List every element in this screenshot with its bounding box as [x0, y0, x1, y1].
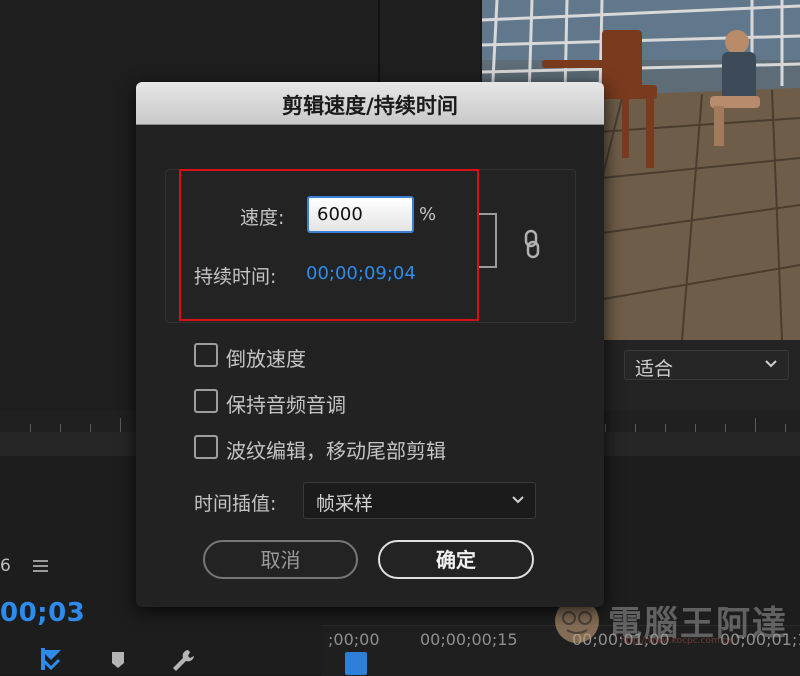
speed-unit: %: [419, 204, 437, 225]
timeline-label-0: ;00;00: [328, 630, 380, 649]
watermark-url: http://www.kocpc.com.tw: [620, 636, 734, 646]
wrench-icon[interactable]: [170, 648, 196, 674]
dialog-titlebar[interactable]: 剪辑速度/持续时间: [136, 82, 604, 125]
highlight-box: [179, 169, 479, 321]
link-bracket: [479, 213, 497, 268]
duration-label: 持续时间:: [194, 266, 277, 288]
time-interpolation-label: 时间插值:: [194, 493, 277, 515]
duration-value[interactable]: 00;00;09;04: [306, 263, 416, 284]
clip-speed-duration-dialog: 剪辑速度/持续时间 速度: % 持续时间: 00;00;09;04 倒放速度 保…: [136, 82, 604, 607]
reverse-speed-label: 倒放速度: [226, 347, 306, 371]
speed-label: 速度:: [240, 207, 285, 229]
maintain-audio-pitch-checkbox[interactable]: [194, 389, 218, 413]
ripple-edit-checkbox[interactable]: [194, 435, 218, 459]
ok-button[interactable]: 确定: [378, 540, 534, 579]
chevron-down-icon: [765, 360, 777, 368]
reverse-speed-checkbox[interactable]: [194, 343, 218, 367]
link-icon[interactable]: [522, 229, 542, 259]
cancel-button[interactable]: 取消: [203, 540, 358, 579]
chevron-down-icon: [512, 496, 524, 504]
ripple-edit-label: 波纹编辑，移动尾部剪辑: [226, 439, 446, 463]
fit-zoom-select[interactable]: 适合: [624, 350, 789, 380]
time-interpolation-select[interactable]: 帧采样: [303, 482, 536, 519]
menu-icon[interactable]: [33, 560, 48, 572]
snap-icon[interactable]: [37, 646, 65, 672]
timeline-label-15: 00;00;00;15: [420, 630, 518, 649]
timeline-timecode[interactable]: 00;03: [0, 598, 85, 628]
maintain-audio-pitch-label: 保持音频音调: [226, 393, 346, 417]
dialog-title: 剪辑速度/持续时间: [282, 94, 458, 118]
marker-icon[interactable]: [110, 651, 126, 669]
time-interpolation-value: 帧采样: [316, 493, 374, 515]
fit-zoom-value: 适合: [635, 358, 674, 380]
sequence-tab-number[interactable]: 6: [0, 556, 11, 576]
speed-input[interactable]: [307, 196, 414, 233]
playhead[interactable]: [345, 652, 367, 675]
